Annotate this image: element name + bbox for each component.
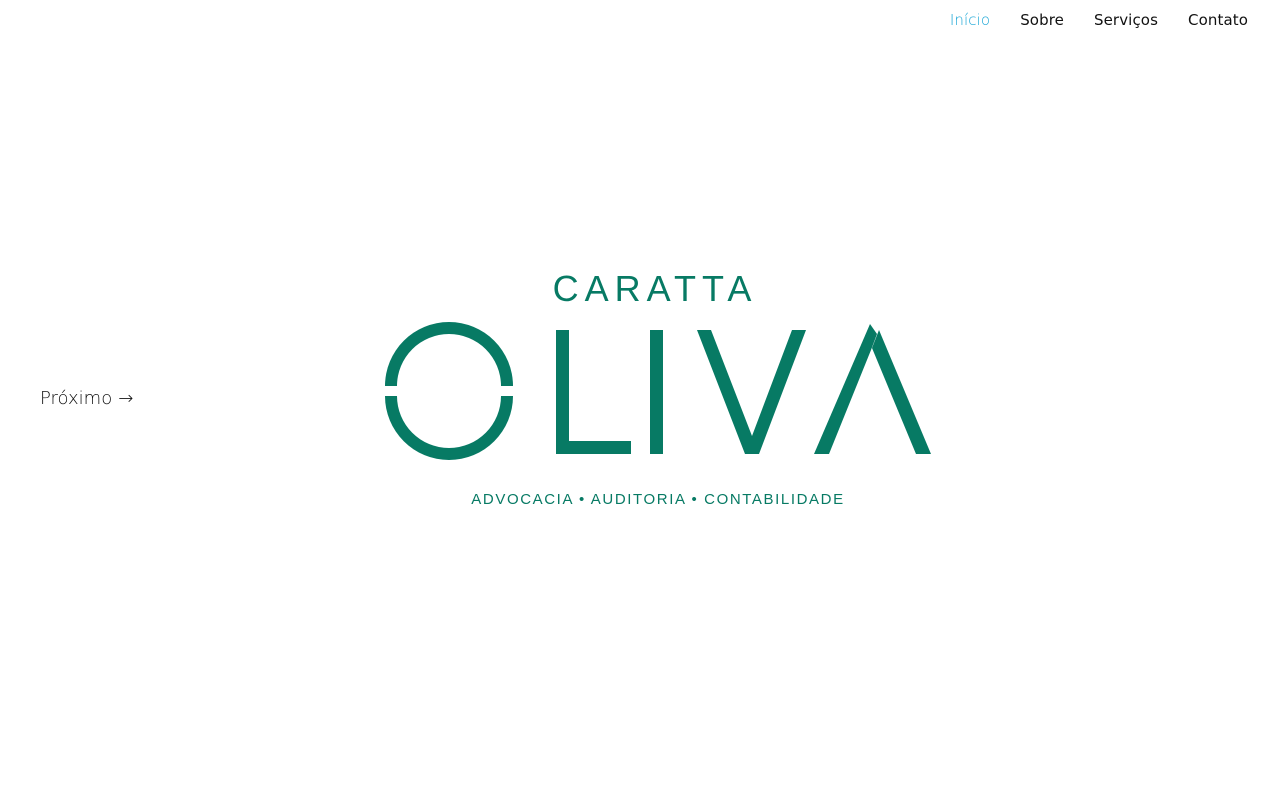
page: Início Sobre Serviços Contato Próximo → … [0,0,1280,800]
arrow-right-icon: → [118,387,134,409]
nav-item-inicio[interactable]: Início [950,11,990,29]
logo-letter-l-stem [556,330,569,454]
nav-item-contato[interactable]: Contato [1188,11,1248,29]
logo-letter-o-bottom [385,396,513,460]
next-slide-button[interactable]: Próximo → [40,388,133,409]
nav-item-sobre[interactable]: Sobre [1020,11,1064,29]
logo-letter-o-top [385,322,513,386]
logo-letter-v [697,330,806,454]
logo-letter-a-left [814,324,877,454]
company-logo: CARATTA ADVOCACIA • AUDITORIA • CONTABIL… [385,268,931,508]
top-nav: Início Sobre Serviços Contato [950,0,1248,40]
logo-letter-a-right [872,330,931,454]
nav-item-servicos[interactable]: Serviços [1094,11,1158,29]
logo-letter-l-foot [556,441,631,454]
logo-tagline: ADVOCACIA • AUDITORIA • CONTABILIDADE [471,491,844,508]
next-slide-label: Próximo [40,388,113,409]
logo-top-text: CARATTA [553,268,758,309]
logo-letter-i [650,330,663,454]
